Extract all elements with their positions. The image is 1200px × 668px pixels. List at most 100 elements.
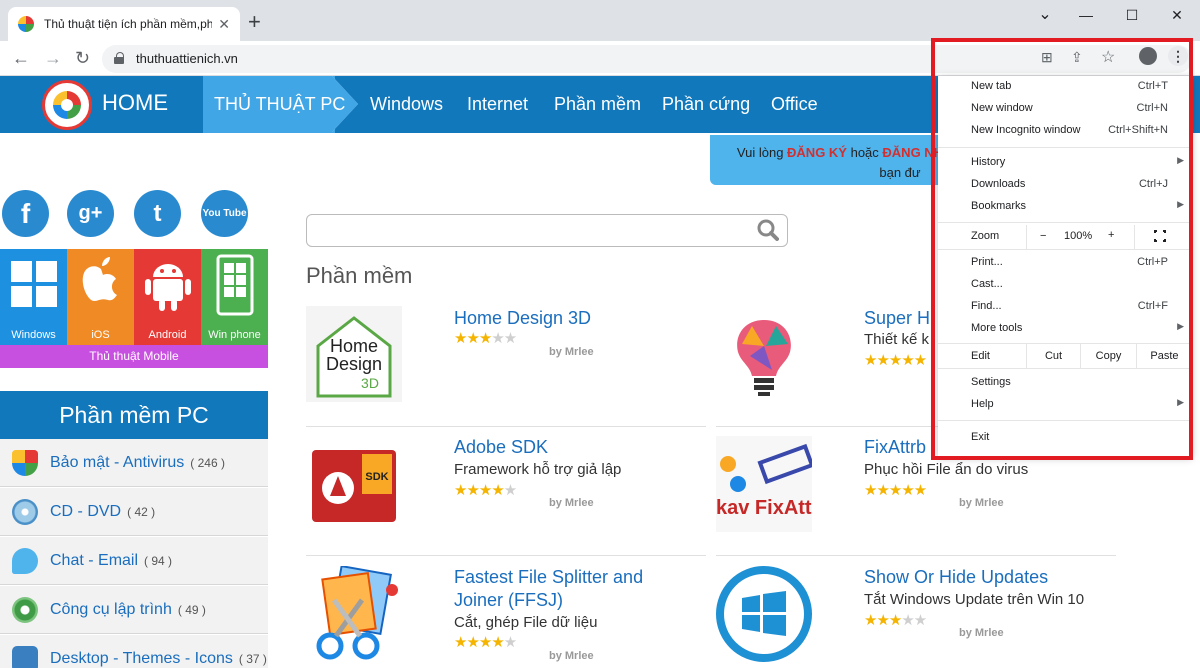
- facebook-icon[interactable]: f: [2, 190, 49, 237]
- url-text[interactable]: thuthuattienich.vn: [136, 51, 238, 66]
- card-description: Tắt Windows Update trên Win 10: [864, 591, 1085, 608]
- menu-history[interactable]: History ▶: [938, 152, 1192, 174]
- close-window-button[interactable]: ✕: [1154, 4, 1200, 26]
- scissors-icon: [316, 566, 398, 660]
- card-title[interactable]: Fastest File Splitter and: [454, 567, 643, 588]
- adobe-sdk-image[interactable]: SDK: [306, 436, 402, 532]
- sidebar-item-chat-email[interactable]: Chat - Email ( 94 ): [0, 537, 268, 585]
- youtube-icon[interactable]: You Tube: [201, 190, 248, 237]
- site-logo-icon[interactable]: [42, 80, 92, 130]
- google-plus-icon[interactable]: g+: [67, 190, 114, 237]
- card-title[interactable]: Super H: [864, 308, 930, 329]
- menu-new-tab[interactable]: New tab Ctrl+T: [938, 76, 1192, 98]
- menu-separator: [938, 368, 1192, 369]
- new-tab-button[interactable]: +: [248, 11, 261, 33]
- nav-thu-thuat-pc[interactable]: THỦ THUẬT PC: [214, 94, 345, 115]
- menu-new-incognito[interactable]: New Incognito window Ctrl+Shift+N: [938, 120, 1192, 142]
- register-link[interactable]: ĐĂNG KÝ: [787, 145, 847, 160]
- tile-ios[interactable]: iOS: [67, 249, 134, 345]
- sidebar-item-count: ( 94 ): [144, 553, 173, 568]
- share-icon[interactable]: ⇪: [1071, 49, 1083, 66]
- mobile-tips-bar[interactable]: Thủ thuật Mobile: [0, 345, 268, 368]
- menu-exit[interactable]: Exit: [938, 427, 1192, 449]
- zoom-in-button[interactable]: +: [1108, 229, 1114, 241]
- menu-more-tools[interactable]: More tools ▶: [938, 318, 1192, 340]
- chrome-menu: New tab Ctrl+T New window Ctrl+N New Incog…: [938, 76, 1192, 456]
- menu-downloads[interactable]: Downloads Ctrl+J: [938, 174, 1192, 196]
- super-h-image[interactable]: [716, 306, 812, 402]
- menu-label: More tools: [971, 322, 1023, 334]
- tile-windows[interactable]: Windows: [0, 249, 67, 345]
- menu-label: Bookmarks: [971, 200, 1027, 212]
- zoom-divider: [1134, 225, 1135, 249]
- address-bar[interactable]: thuthuattienich.vn: [102, 45, 1192, 73]
- nav-phan-mem[interactable]: Phần mềm: [554, 94, 641, 115]
- login-link[interactable]: ĐĂNG NH: [882, 145, 943, 160]
- rating-stars: ★★★★★: [454, 330, 517, 347]
- card-title[interactable]: Home Design 3D: [454, 308, 591, 329]
- browser-toolbar: ← → ↻ thuthuattienich.vn: [0, 41, 1200, 76]
- menu-cast[interactable]: Cast...: [938, 274, 1192, 296]
- home-design-3d-image[interactable]: Home Design 3D: [306, 306, 402, 402]
- chat-bubble-icon: [12, 547, 38, 574]
- tile-android[interactable]: Android: [134, 249, 201, 345]
- card-title-line2[interactable]: Joiner (FFSJ): [454, 590, 563, 611]
- menu-find[interactable]: Find... Ctrl+F: [938, 296, 1192, 318]
- zoom-out-button[interactable]: −: [1040, 230, 1046, 242]
- site-favicon-icon: [18, 16, 34, 32]
- sidebar-item-count: ( 49 ): [177, 602, 206, 617]
- tab-close-icon[interactable]: ✕: [218, 16, 230, 33]
- ffsj-image[interactable]: [306, 566, 402, 662]
- menu-settings[interactable]: Settings: [938, 372, 1192, 394]
- menu-bookmarks[interactable]: Bookmarks ▶: [938, 196, 1192, 218]
- maximize-button[interactable]: ☐: [1109, 4, 1155, 26]
- menu-new-window[interactable]: New window Ctrl+N: [938, 98, 1192, 120]
- nav-office[interactable]: Office: [771, 94, 818, 115]
- sidebar-item-label: CD - DVD: [50, 502, 122, 520]
- menu-paste[interactable]: Paste: [1136, 344, 1192, 368]
- search-icon[interactable]: [757, 219, 779, 241]
- card-title[interactable]: Show Or Hide Updates: [864, 567, 1048, 588]
- nav-windows[interactable]: Windows: [370, 94, 443, 115]
- zoom-level: 100%: [1064, 230, 1093, 242]
- nav-phan-cung[interactable]: Phần cứng: [662, 94, 750, 115]
- logo-text-design: Design: [326, 354, 382, 374]
- card-title[interactable]: Adobe SDK: [454, 437, 548, 458]
- profile-avatar-icon[interactable]: [1139, 47, 1157, 65]
- sidebar-item-desktop-themes[interactable]: Desktop - Themes - Icons ( 37 ): [0, 635, 268, 668]
- windows-circle-icon: [716, 566, 812, 662]
- tile-windows-label: Windows: [11, 329, 56, 341]
- minimize-button[interactable]: —: [1063, 4, 1109, 26]
- card-title[interactable]: FixAttrb: [864, 437, 926, 458]
- chrome-menu-button[interactable]: ⋮: [1168, 46, 1188, 66]
- bookmark-star-icon[interactable]: ☆: [1101, 47, 1115, 67]
- menu-cut[interactable]: Cut: [1026, 344, 1080, 368]
- forward-arrow-icon[interactable]: →: [44, 47, 62, 69]
- menu-copy[interactable]: Copy: [1080, 344, 1136, 368]
- tile-win-phone[interactable]: Win phone: [201, 249, 268, 345]
- sidebar-item-cd-dvd[interactable]: CD - DVD ( 42 ): [0, 488, 268, 536]
- menu-print[interactable]: Print... Ctrl+P: [938, 252, 1192, 274]
- card-description: Thiết kế k: [864, 331, 930, 348]
- submenu-arrow-icon: ▶: [1177, 321, 1184, 331]
- fixattrb-image[interactable]: kav FixAtt: [716, 436, 812, 532]
- twitter-icon[interactable]: t: [134, 190, 181, 237]
- menu-shortcut: Ctrl+F: [1137, 300, 1168, 312]
- show-hide-updates-image[interactable]: [716, 566, 812, 662]
- browser-tab[interactable]: Thủ thuật tiện ích phần mềm,phần ✕: [8, 7, 240, 41]
- notice-text-or: hoặc: [846, 145, 883, 160]
- lock-icon[interactable]: [114, 52, 124, 64]
- nav-internet[interactable]: Internet: [467, 94, 528, 115]
- sidebar-item-count: ( 246 ): [190, 455, 225, 470]
- menu-label: History: [971, 156, 1006, 168]
- sidebar-item-dev-tools[interactable]: Công cụ lập trình ( 49 ): [0, 586, 268, 634]
- card-author: by Mrlee: [549, 497, 594, 509]
- sidebar-item-antivirus[interactable]: Bảo mật - Antivirus ( 246 ): [0, 439, 268, 487]
- reload-icon[interactable]: ↻: [75, 47, 90, 69]
- menu-help[interactable]: Help ▶: [938, 394, 1192, 416]
- search-input[interactable]: [306, 214, 788, 247]
- tab-search-icon[interactable]: ⌄: [1022, 4, 1068, 26]
- nav-home[interactable]: HOME: [102, 90, 168, 116]
- back-arrow-icon[interactable]: ←: [12, 47, 30, 69]
- translate-icon[interactable]: ⊞: [1041, 49, 1053, 66]
